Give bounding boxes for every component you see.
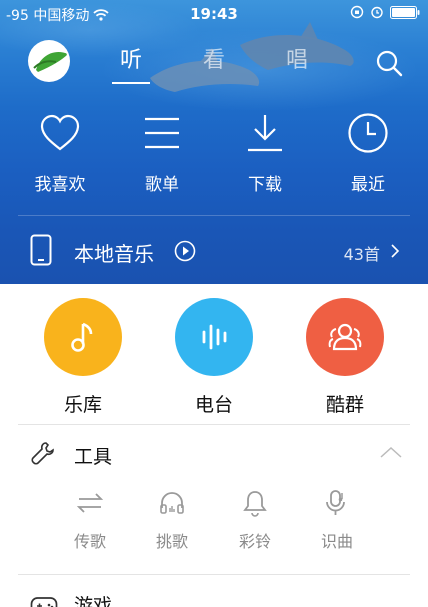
mic-note-icon [326,490,345,515]
bell-icon [243,491,267,517]
tab-listen[interactable]: 听 [101,42,161,74]
status-bar: -95 中国移动 19:43 [0,0,428,28]
clock-icon [348,113,388,153]
group-icon [328,323,362,351]
heart-icon [40,114,80,151]
tool-label: 识曲 [320,532,353,551]
header-banner: -95 中国移动 19:43 听 看 唱 我喜欢 歌单 下载 最近 本地音乐 4… [0,0,428,284]
games-section-header[interactable]: 游戏 [0,588,428,607]
download-icon [248,115,282,152]
tool-label: 挑歌 [155,532,188,551]
gamepad-icon [30,597,58,607]
radio-badge [175,298,253,376]
tools-title: 工具 [74,446,113,468]
category-label: 电台 [194,394,233,416]
play-circle-icon[interactable] [174,240,196,262]
games-title: 游戏 [74,595,113,607]
local-music-count: 43首 [343,245,380,264]
tool-ringtone[interactable]: 彩铃 [225,488,285,552]
chevron-up-icon[interactable] [380,446,402,458]
music-note-icon [71,322,93,352]
transfer-icon [76,493,104,513]
category-label: 酷群 [325,394,364,416]
chevron-right-icon [391,244,400,258]
headphones-icon [160,492,184,514]
quick-link-label: 最近 [351,175,385,195]
music-library-badge [44,298,122,376]
category-label: 乐库 [63,394,102,416]
tool-song-recognition[interactable]: 识曲 [307,488,367,552]
category-kugroup[interactable]: 酷群 [295,298,395,417]
quick-link-recent[interactable]: 最近 [328,112,408,195]
tool-pick-songs[interactable]: 挑歌 [142,488,202,552]
quick-link-label: 下载 [248,175,282,195]
tool-label: 彩铃 [238,532,271,551]
battery-icon [390,5,420,19]
tool-label: 传歌 [73,532,106,551]
category-music-library[interactable]: 乐库 [33,298,133,417]
radio-wave-icon [202,324,227,350]
search-icon[interactable] [374,48,404,78]
active-tab-indicator [112,82,150,84]
kugroup-badge [306,298,384,376]
local-music-row[interactable]: 本地音乐 43首 [0,216,428,284]
wrench-icon [31,442,54,465]
category-radio[interactable]: 电台 [164,298,264,417]
quick-link-favorites[interactable]: 我喜欢 [20,112,100,195]
list-icon [145,117,179,149]
quick-link-playlists[interactable]: 歌单 [122,112,202,195]
quick-link-label: 歌单 [145,175,179,195]
phone-icon [30,234,52,266]
rotation-lock-icon [350,5,364,19]
tab-watch[interactable]: 看 [184,42,244,74]
quick-link-label: 我喜欢 [34,175,86,195]
tool-transfer-songs[interactable]: 传歌 [60,488,120,552]
alarm-icon [371,6,383,19]
status-icons [350,5,420,19]
tools-section-header[interactable]: 工具 [0,428,428,478]
main-tabs: 听 看 唱 [0,42,428,82]
tab-sing[interactable]: 唱 [267,42,327,74]
divider [18,574,410,575]
quick-link-downloads[interactable]: 下载 [225,112,305,195]
divider [18,424,410,425]
local-music-title: 本地音乐 [74,242,154,266]
